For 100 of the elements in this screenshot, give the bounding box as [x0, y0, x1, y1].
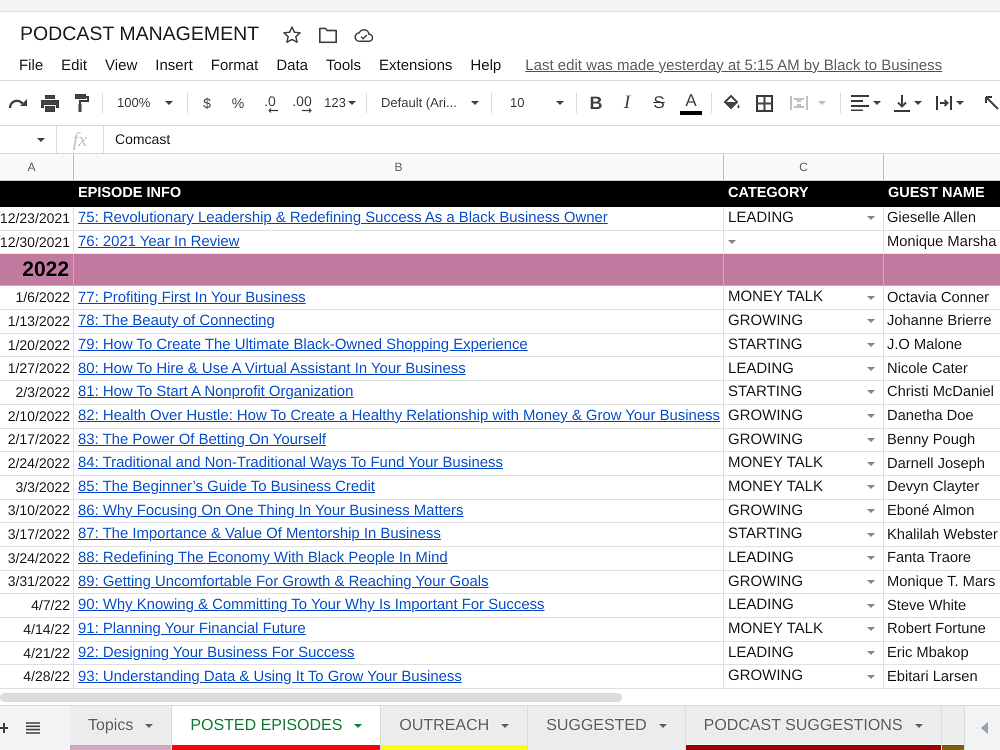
menu-item[interactable]: Edit: [61, 54, 88, 78]
caret-icon: [556, 101, 564, 105]
scrollbar-thumb[interactable]: [0, 692, 622, 702]
strikethrough-button[interactable]: S: [643, 87, 675, 119]
sheet-tab[interactable]: OUTREACH: [381, 706, 528, 750]
category-dropdown[interactable]: GROWING: [724, 428, 884, 452]
episode-link[interactable]: 79: How To Create The Ultimate Black-Owned Shopping Experience: [78, 334, 528, 356]
category-dropdown[interactable]: STARTING: [724, 523, 884, 546]
print-icon: [41, 94, 59, 112]
merge-icon: [790, 95, 808, 111]
episode-link[interactable]: 84: Traditional and Non-Traditional Ways To Fund Your Business: [78, 452, 503, 475]
caret-icon: [348, 101, 356, 105]
menu-item[interactable]: Insert: [155, 54, 193, 78]
caret-icon: [867, 343, 875, 348]
category-dropdown[interactable]: MONEY TALK: [724, 452, 884, 475]
episode-link[interactable]: 83: The Power Of Betting On Yourself: [78, 428, 326, 452]
episode-link[interactable]: 91: Planning Your Financial Future: [78, 618, 306, 641]
italic-button[interactable]: I: [611, 87, 643, 119]
category-dropdown[interactable]: GROWING: [724, 500, 884, 522]
episode-link[interactable]: 76: 2021 Year In Review: [78, 230, 240, 254]
sheet-tab[interactable]: SUGGESTED: [528, 706, 686, 750]
episode-link[interactable]: 77: Profiting First In Your Business: [78, 286, 306, 309]
caret-icon: [471, 101, 479, 105]
category-dropdown[interactable]: LEADING: [724, 546, 884, 570]
decrease-decimals-button[interactable]: .0: [254, 87, 286, 119]
category-dropdown[interactable]: MONEY TALK: [724, 476, 884, 499]
menu-item[interactable]: Extensions: [379, 54, 452, 78]
folder-icon: [318, 26, 338, 44]
episode-link[interactable]: 93: Understanding Data & Using It To Grow Your Business: [78, 666, 462, 688]
caret-icon: [867, 556, 875, 560]
episode-link[interactable]: 81: How To Start A Nonprofit Organization: [78, 381, 354, 404]
caret-icon: [867, 580, 875, 584]
number-format-dropdown[interactable]: 123: [318, 87, 362, 119]
column-title: CATEGORY: [727, 184, 810, 204]
sheet-tab[interactable]: POSTED EPISODES: [172, 706, 382, 750]
episode-link[interactable]: 88: Redefining The Economy With Black People In Mind: [78, 547, 448, 570]
category-dropdown[interactable]: MONEY TALK: [724, 618, 884, 641]
category-dropdown[interactable]: GROWING: [724, 570, 884, 594]
caret-icon: [956, 101, 964, 105]
episode-link[interactable]: 85: The Beginner’s Guide To Business Credit: [78, 476, 375, 498]
episode-link[interactable]: 86: Why Focusing On One Thing In Your Business Matters: [78, 500, 464, 522]
caret-icon: [867, 296, 875, 300]
menu-item[interactable]: Format: [210, 54, 258, 78]
sheet-tab[interactable]: PODCAST SUGGESTIONS: [686, 706, 942, 750]
category-dropdown[interactable]: LEADING: [724, 207, 884, 230]
sheet-tab[interactable]: Topics: [70, 706, 172, 750]
formula-input[interactable]: Comcast: [104, 126, 1000, 153]
last-edit-link[interactable]: Last edit was made yesterday at 5:15 AM by Black to Business: [525, 54, 942, 78]
menu-item[interactable]: View: [105, 54, 138, 78]
guest-name-cell-text: Fanta Traore: [886, 549, 972, 568]
menu-item[interactable]: Help: [470, 54, 502, 78]
font-size-dropdown[interactable]: 10: [496, 87, 572, 119]
category-dropdown[interactable]: GROWING: [724, 665, 884, 688]
date-cell: 1/13/2022: [0, 310, 74, 333]
episode-link[interactable]: 78: The Beauty of Connecting: [78, 310, 275, 333]
category-dropdown[interactable]: STARTING: [724, 381, 884, 404]
category-dropdown[interactable]: LEADING: [724, 642, 884, 664]
star-button[interactable]: [281, 24, 304, 46]
episode-link[interactable]: 90: Why Knowing & Committing To Your Why Is Important For Success: [78, 594, 544, 617]
episode-link[interactable]: 87: The Importance & Value Of Mentorship In Business: [78, 523, 441, 546]
category-dropdown[interactable]: LEADING: [724, 594, 884, 617]
episode-link[interactable]: 80: How To Hire & Use A Virtual Assistant In Your Business: [78, 358, 466, 380]
text-color-button[interactable]: A: [675, 87, 707, 119]
episode-link[interactable]: 75: Revolutionary Leadership & Redefining Success As a Black Business Owner: [78, 207, 608, 230]
date-cell: 4/14/22: [0, 618, 74, 641]
left-triangle-icon: [980, 722, 988, 734]
category-dropdown[interactable]: GROWING: [724, 310, 884, 333]
guest-name-cell-text: Eric Mbakop: [886, 644, 970, 663]
menu-item[interactable]: Tools: [326, 54, 362, 78]
episode-link[interactable]: 82: Health Over Hustle: How To Create a Healthy Relationship with Money & Grow Your Business: [78, 404, 720, 428]
date-cell: 4/21/22: [0, 642, 74, 664]
episode-link[interactable]: 89: Getting Uncomfortable For Growth & Reaching Your Goals: [78, 570, 489, 594]
menu-item[interactable]: Data: [276, 54, 308, 78]
partial-sheet-tab[interactable]: [942, 706, 964, 750]
caret-icon: [165, 101, 173, 105]
caret-icon: [728, 240, 736, 244]
cloud-check-icon: [354, 27, 374, 43]
column-letter[interactable]: B: [74, 154, 724, 180]
zoom-dropdown[interactable]: 100%: [107, 87, 183, 119]
category-dropdown[interactable]: MONEY TALK: [724, 286, 884, 310]
caret-icon: [867, 414, 875, 418]
font-dropdown[interactable]: Default (Ari...: [371, 87, 487, 119]
text-wrap-icon: [936, 95, 952, 111]
category-dropdown[interactable]: LEADING: [724, 357, 884, 380]
category-dropdown[interactable]: STARTING: [724, 334, 884, 356]
bold-button[interactable]: B: [581, 87, 611, 119]
guest-name-cell-text: Steve White: [886, 596, 968, 616]
increase-decimals-button[interactable]: .00: [286, 87, 318, 119]
column-letter[interactable]: C: [724, 154, 884, 180]
document-title[interactable]: PODCAST MANAGEMENT: [20, 20, 260, 50]
currency-button[interactable]: $: [192, 87, 222, 119]
caret-icon: [354, 724, 362, 728]
category-dropdown[interactable]: GROWING: [724, 404, 884, 428]
menu-item[interactable]: File: [19, 54, 44, 78]
percent-button[interactable]: %: [222, 87, 254, 119]
guest-name-cell-text: Monique T. Mars: [886, 572, 996, 592]
episode-link[interactable]: 92: Designing Your Business For Success: [78, 642, 354, 664]
caret-icon: [818, 101, 826, 105]
column-letter[interactable]: A: [0, 154, 74, 180]
right-arrow-icon: [302, 108, 312, 112]
